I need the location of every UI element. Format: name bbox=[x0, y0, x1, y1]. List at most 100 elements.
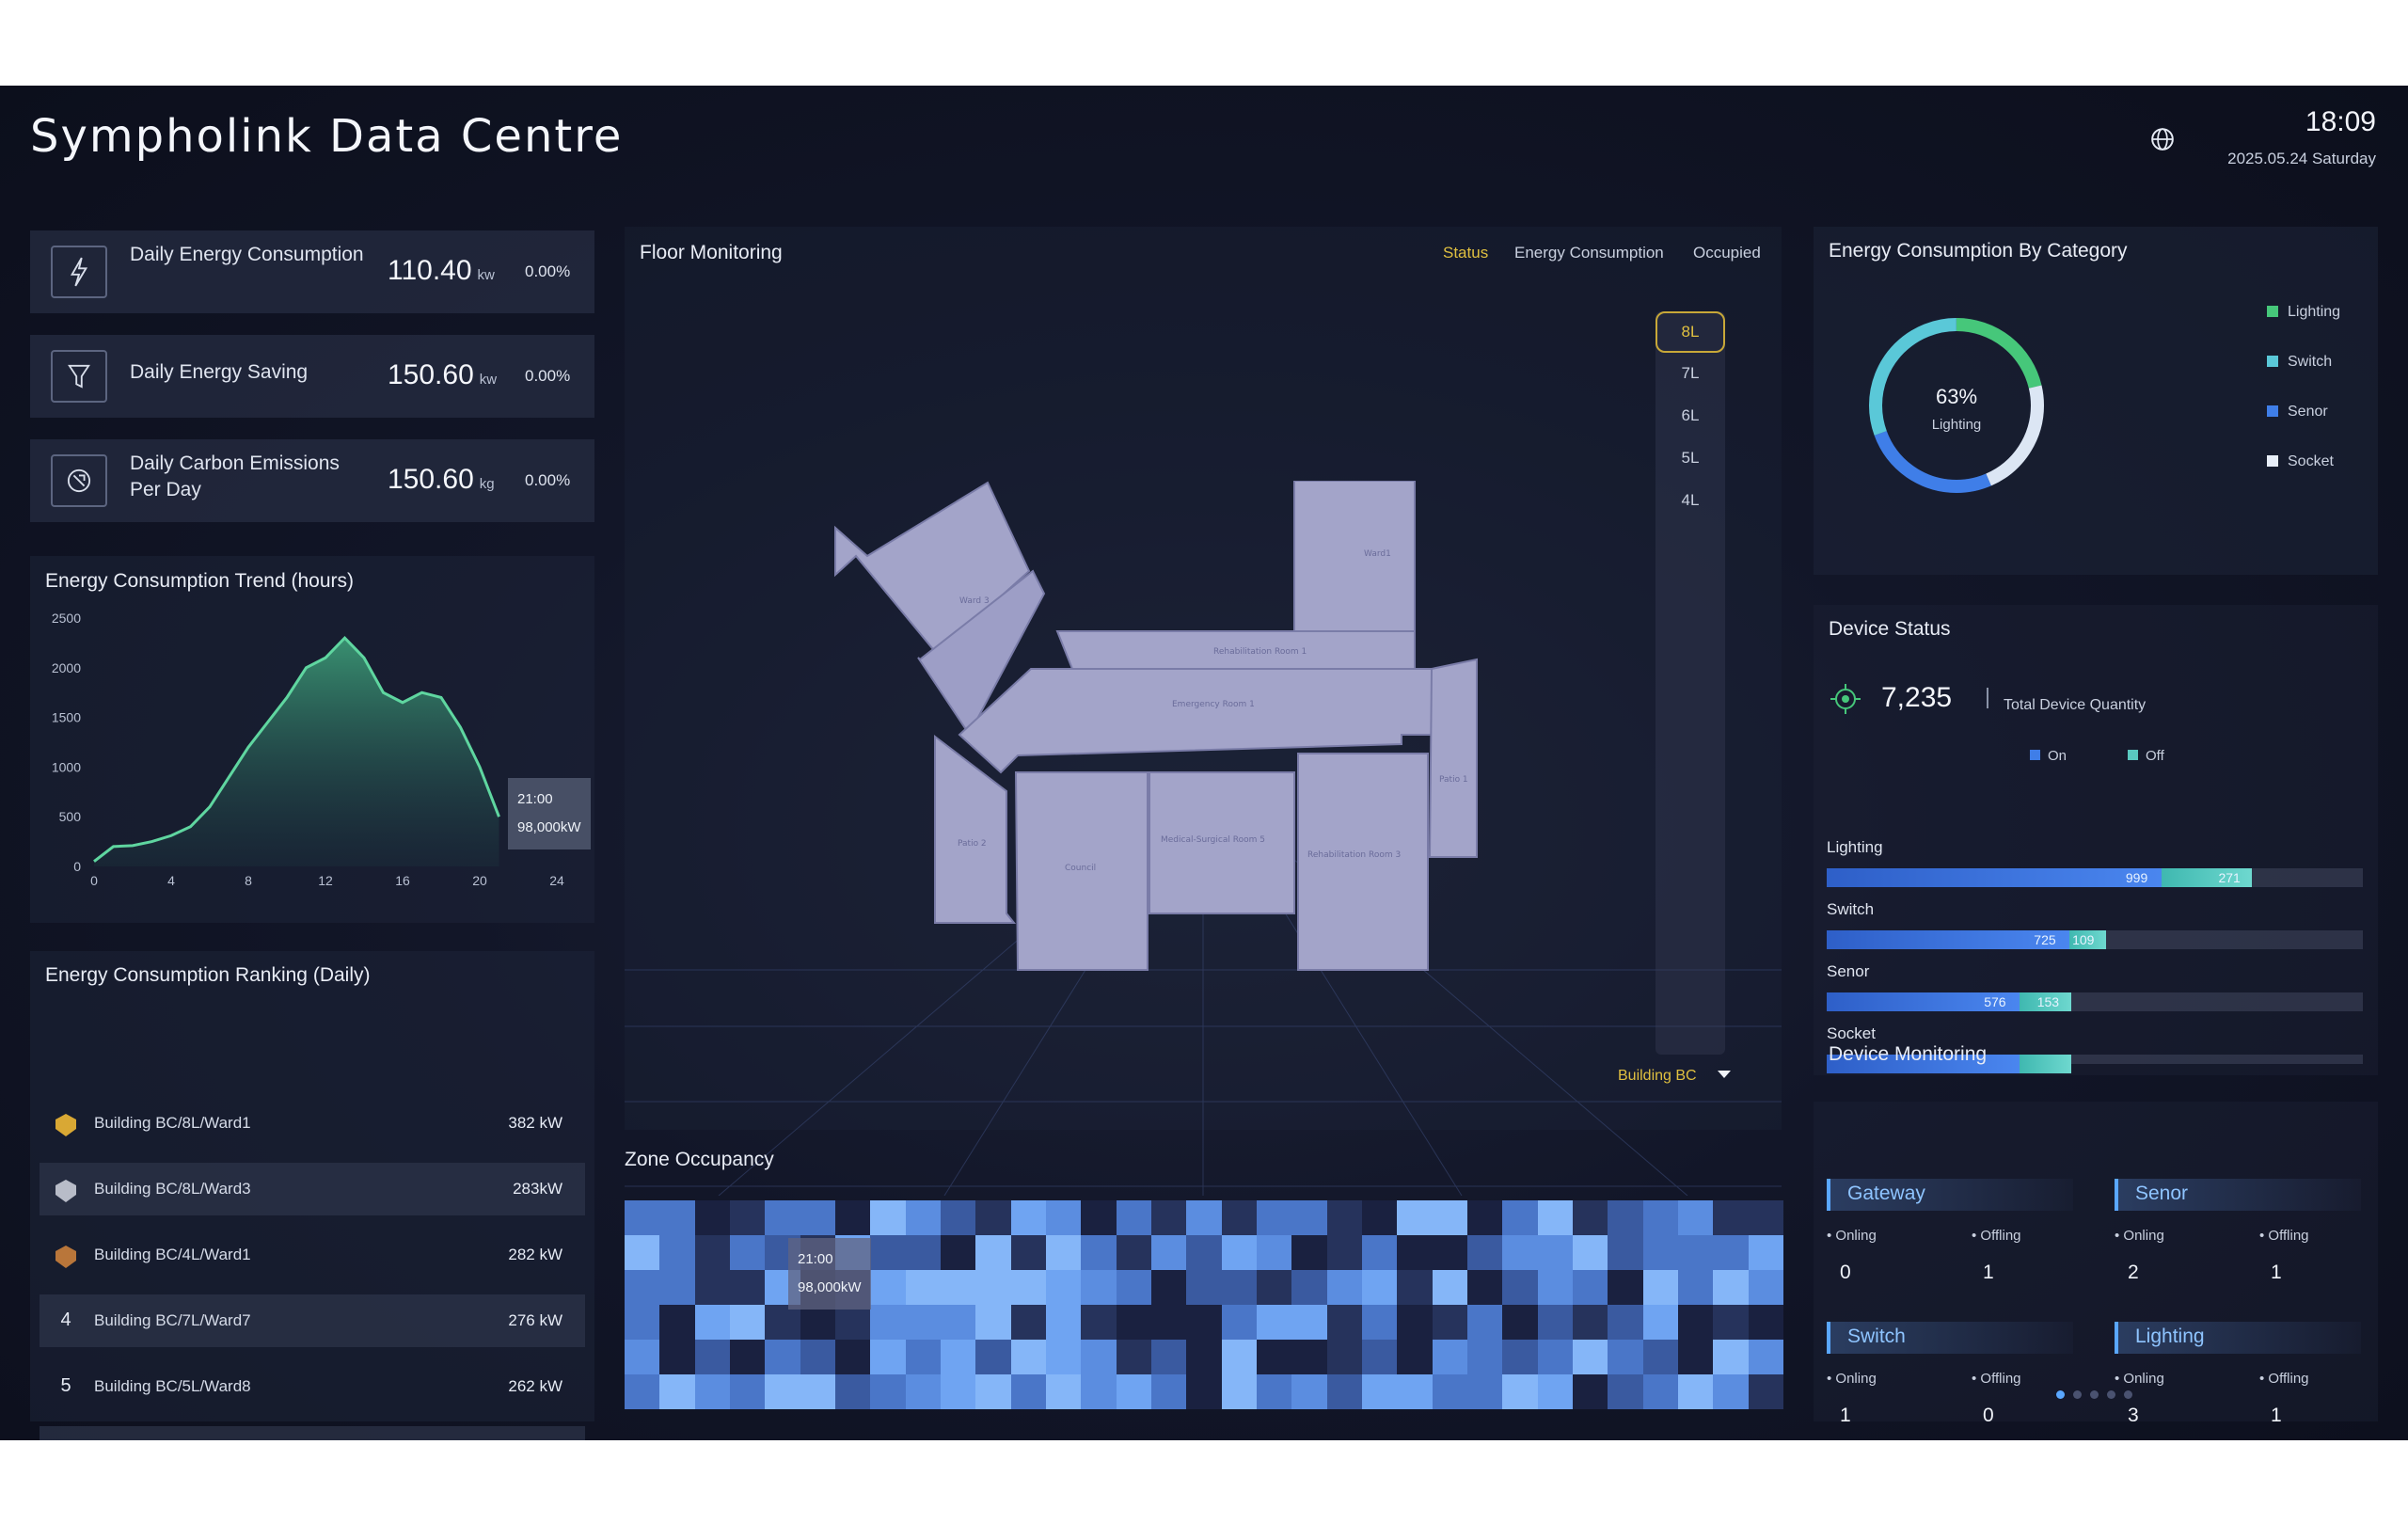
heatmap-cell[interactable] bbox=[1573, 1340, 1608, 1375]
heatmap-cell[interactable] bbox=[1221, 1235, 1258, 1271]
heatmap-cell[interactable] bbox=[1678, 1374, 1714, 1409]
ranking-row[interactable]: Building BC/8L/Ward1 382 kW bbox=[40, 1097, 585, 1150]
heatmap-cell[interactable] bbox=[1046, 1270, 1082, 1306]
heatmap-cell[interactable] bbox=[1537, 1374, 1574, 1409]
heatmap-cell[interactable] bbox=[1678, 1235, 1714, 1271]
pager-dot[interactable] bbox=[2107, 1390, 2115, 1399]
heatmap-cell[interactable] bbox=[659, 1305, 696, 1341]
heatmap-cell[interactable] bbox=[1326, 1200, 1363, 1236]
heatmap-cell[interactable] bbox=[975, 1305, 1012, 1341]
heatmap-cell[interactable] bbox=[1326, 1374, 1363, 1409]
heatmap-cell[interactable] bbox=[1748, 1200, 1783, 1236]
heatmap-cell[interactable] bbox=[1642, 1340, 1679, 1375]
heatmap-cell[interactable] bbox=[1046, 1235, 1082, 1271]
heatmap-cell[interactable] bbox=[1748, 1270, 1783, 1306]
heatmap-cell[interactable] bbox=[625, 1305, 660, 1341]
heatmap-cell[interactable] bbox=[1502, 1270, 1539, 1306]
heatmap-cell[interactable] bbox=[1678, 1270, 1714, 1306]
heatmap-cell[interactable] bbox=[1046, 1305, 1082, 1341]
heatmap-cell[interactable] bbox=[1257, 1200, 1292, 1236]
heatmap-cell[interactable] bbox=[1713, 1340, 1750, 1375]
monitor-group-gateway[interactable]: Gateway bbox=[1827, 1179, 2073, 1211]
pager-dot[interactable] bbox=[2090, 1390, 2099, 1399]
heatmap-cell[interactable] bbox=[1678, 1305, 1714, 1341]
heatmap-cell[interactable] bbox=[1081, 1374, 1117, 1409]
heatmap-cell[interactable] bbox=[730, 1340, 766, 1375]
heatmap-cell[interactable] bbox=[1151, 1305, 1187, 1341]
heatmap-cell[interactable] bbox=[1397, 1374, 1434, 1409]
heatmap-cell[interactable] bbox=[1748, 1305, 1783, 1341]
heatmap-cell[interactable] bbox=[1362, 1340, 1398, 1375]
heatmap-cell[interactable] bbox=[975, 1200, 1012, 1236]
heatmap-cell[interactable] bbox=[1326, 1340, 1363, 1375]
heatmap-cell[interactable] bbox=[1010, 1305, 1047, 1341]
heatmap-cell[interactable] bbox=[694, 1305, 731, 1341]
heatmap-cell[interactable] bbox=[1608, 1200, 1644, 1236]
heatmap-cell[interactable] bbox=[1151, 1200, 1187, 1236]
heatmap-cell[interactable] bbox=[941, 1270, 976, 1306]
heatmap-cell[interactable] bbox=[1573, 1374, 1608, 1409]
heatmap-cell[interactable] bbox=[730, 1374, 766, 1409]
heatmap-cell[interactable] bbox=[1116, 1305, 1152, 1341]
heatmap-cell[interactable] bbox=[1326, 1305, 1363, 1341]
heatmap-cell[interactable] bbox=[1221, 1340, 1258, 1375]
heatmap-cell[interactable] bbox=[625, 1374, 660, 1409]
heatmap-cell[interactable] bbox=[730, 1200, 766, 1236]
heatmap-cell[interactable] bbox=[1467, 1200, 1503, 1236]
heatmap-cell[interactable] bbox=[1116, 1340, 1152, 1375]
heatmap-cell[interactable] bbox=[1608, 1374, 1644, 1409]
heatmap-cell[interactable] bbox=[1221, 1270, 1258, 1306]
heatmap-cell[interactable] bbox=[1362, 1270, 1398, 1306]
heatmap-cell[interactable] bbox=[1046, 1200, 1082, 1236]
heatmap-cell[interactable] bbox=[1186, 1270, 1223, 1306]
heatmap-cell[interactable] bbox=[1608, 1305, 1644, 1341]
heatmap-cell[interactable] bbox=[1713, 1235, 1750, 1271]
heatmap-cell[interactable] bbox=[1116, 1200, 1152, 1236]
building-select[interactable]: Building BC bbox=[1618, 1068, 1732, 1085]
heatmap-cell[interactable] bbox=[1362, 1374, 1398, 1409]
heatmap-cell[interactable] bbox=[1467, 1374, 1503, 1409]
heatmap-cell[interactable] bbox=[1467, 1340, 1503, 1375]
heatmap-cell[interactable] bbox=[1221, 1305, 1258, 1341]
ranking-row[interactable]: Building BC/4L/Ward1 282 kW bbox=[40, 1229, 585, 1281]
heatmap-cell[interactable] bbox=[1432, 1305, 1468, 1341]
heatmap-cell[interactable] bbox=[730, 1270, 766, 1306]
heatmap-cell[interactable] bbox=[975, 1340, 1012, 1375]
heatmap-cell[interactable] bbox=[1326, 1270, 1363, 1306]
heatmap-cell[interactable] bbox=[1502, 1235, 1539, 1271]
heatmap-cell[interactable] bbox=[975, 1374, 1012, 1409]
heatmap-cell[interactable] bbox=[1502, 1340, 1539, 1375]
heatmap-cell[interactable] bbox=[625, 1270, 660, 1306]
heatmap-cell[interactable] bbox=[1608, 1270, 1644, 1306]
heatmap-cell[interactable] bbox=[1257, 1305, 1292, 1341]
heatmap-cell[interactable] bbox=[765, 1200, 801, 1236]
heatmap-cell[interactable] bbox=[835, 1200, 871, 1236]
heatmap-cell[interactable] bbox=[1573, 1305, 1608, 1341]
heatmap-cell[interactable] bbox=[1713, 1200, 1750, 1236]
heatmap-cell[interactable] bbox=[1713, 1374, 1750, 1409]
heatmap-cell[interactable] bbox=[1116, 1374, 1152, 1409]
heatmap-cell[interactable] bbox=[870, 1305, 907, 1341]
floor-6l[interactable]: 6L bbox=[1656, 406, 1725, 425]
heatmap-cell[interactable] bbox=[1467, 1270, 1503, 1306]
heatmap-cell[interactable] bbox=[625, 1340, 660, 1375]
heatmap-cell[interactable] bbox=[1186, 1235, 1223, 1271]
heatmap-cell[interactable] bbox=[975, 1270, 1012, 1306]
heatmap-cell[interactable] bbox=[1081, 1305, 1117, 1341]
heatmap-cell[interactable] bbox=[1642, 1305, 1679, 1341]
pager-dots[interactable] bbox=[2056, 1387, 2132, 1404]
heatmap-cell[interactable] bbox=[1748, 1340, 1783, 1375]
heatmap-cell[interactable] bbox=[1397, 1305, 1434, 1341]
heatmap-cell[interactable] bbox=[835, 1340, 871, 1375]
heatmap-cell[interactable] bbox=[941, 1305, 976, 1341]
heatmap-cell[interactable] bbox=[765, 1374, 801, 1409]
floor-5l[interactable]: 5L bbox=[1656, 449, 1725, 468]
heatmap-cell[interactable] bbox=[800, 1374, 836, 1409]
heatmap-cell[interactable] bbox=[941, 1374, 976, 1409]
heatmap-cell[interactable] bbox=[905, 1235, 942, 1271]
heatmap-cell[interactable] bbox=[1573, 1235, 1608, 1271]
heatmap-cell[interactable] bbox=[1678, 1340, 1714, 1375]
heatmap-cell[interactable] bbox=[800, 1200, 836, 1236]
heatmap-cell[interactable] bbox=[1010, 1235, 1047, 1271]
heatmap-cell[interactable] bbox=[1573, 1270, 1608, 1306]
